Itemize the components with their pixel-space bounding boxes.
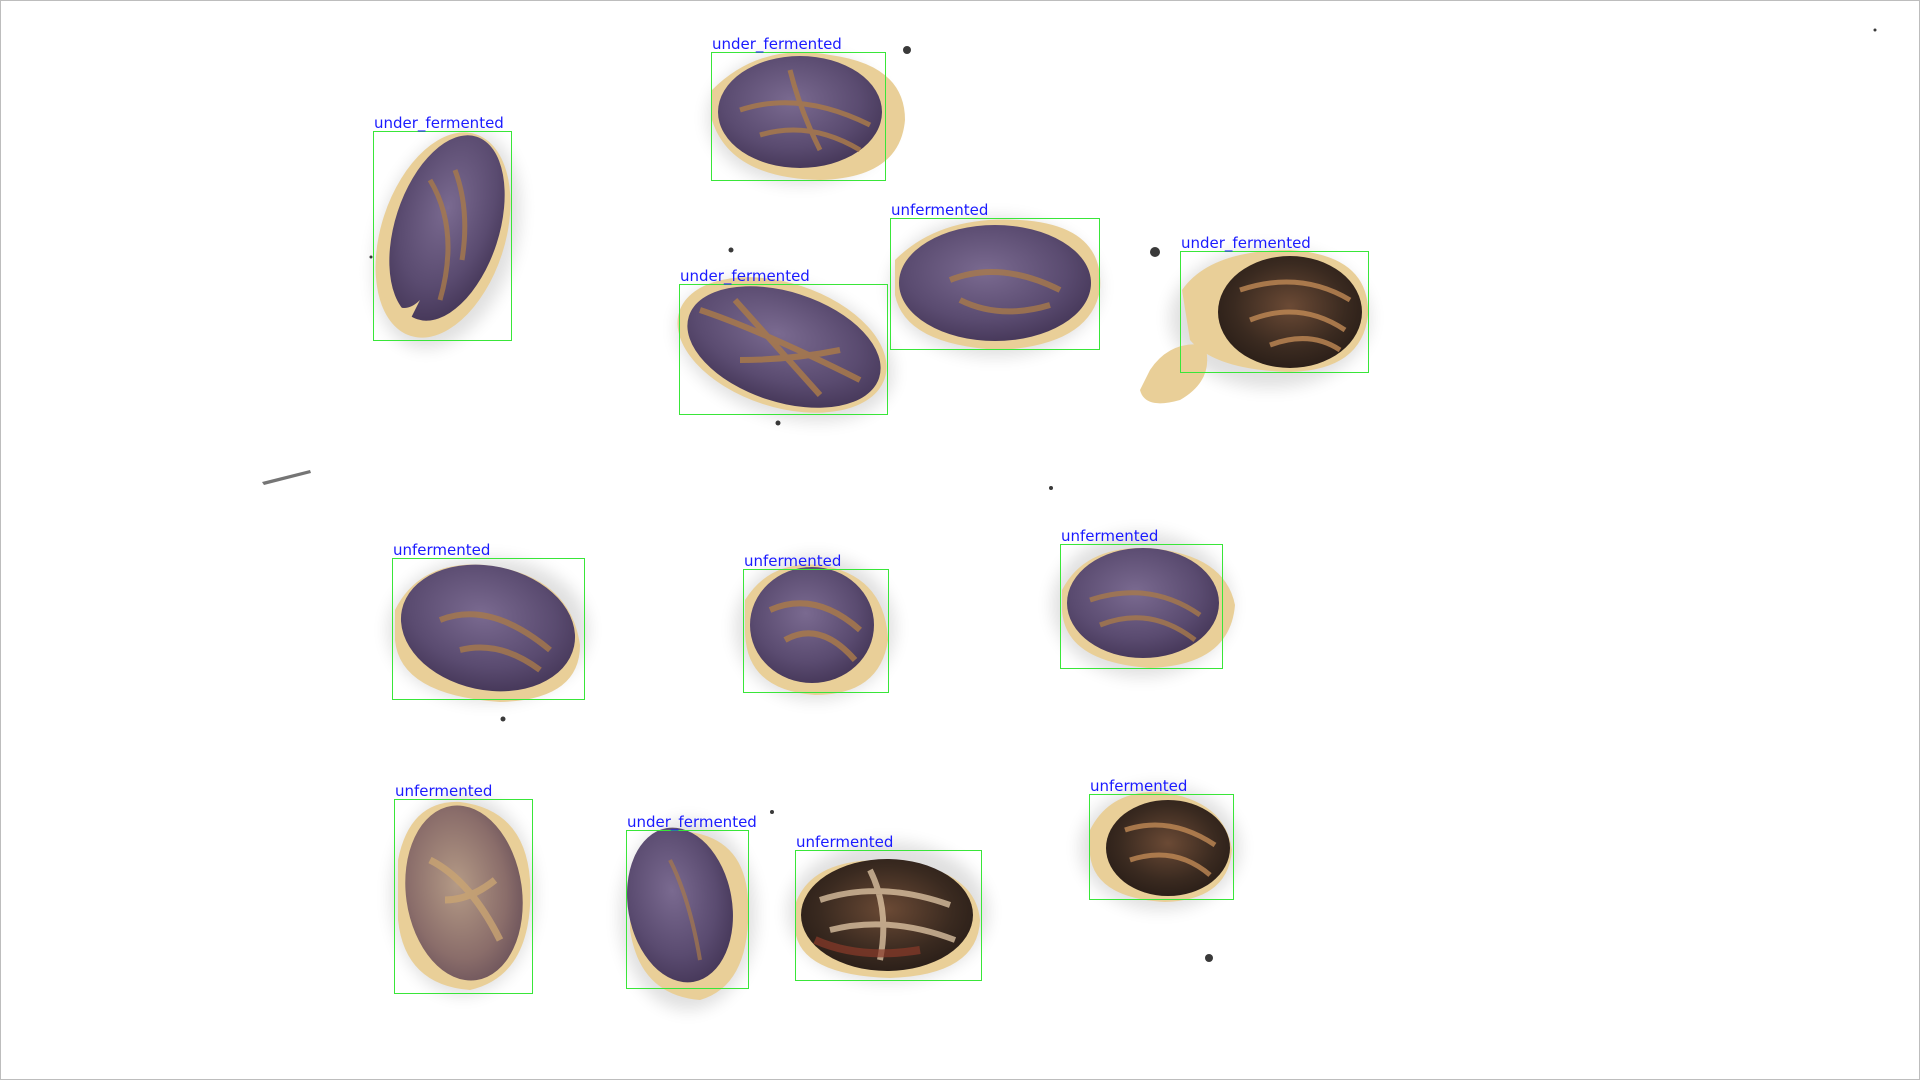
detection-box: unfermented — [1089, 779, 1234, 900]
class-label: under_fermented — [374, 114, 504, 132]
detection-box: under_fermented — [373, 116, 512, 341]
class-label: under_fermented — [712, 35, 842, 53]
detection-box: unfermented — [1060, 529, 1223, 669]
class-label: unfermented — [796, 833, 894, 851]
detection-box: under_fermented — [679, 269, 888, 415]
detection-box: unfermented — [394, 784, 533, 994]
class-label: unfermented — [1061, 527, 1159, 545]
bounding-box — [743, 569, 889, 693]
bounding-box — [1180, 251, 1369, 373]
detection-box: unfermented — [795, 835, 982, 981]
detection-box: under_fermented — [711, 37, 886, 181]
detection-box: unfermented — [743, 554, 889, 693]
class-label: unfermented — [891, 201, 989, 219]
class-label: unfermented — [1090, 777, 1188, 795]
bounding-box — [1060, 544, 1223, 669]
bounding-box — [711, 52, 886, 181]
class-label: unfermented — [744, 552, 842, 570]
bounding-box — [679, 284, 888, 415]
bounding-box — [890, 218, 1100, 350]
class-label: under_fermented — [1181, 234, 1311, 252]
bounding-box — [394, 799, 533, 994]
class-label: unfermented — [395, 782, 493, 800]
bounding-box — [373, 131, 512, 341]
bounding-box — [626, 830, 749, 989]
class-label: unfermented — [393, 541, 491, 559]
detection-image: under_fermented under_fermented unfermen… — [0, 0, 1920, 1080]
detection-box: unfermented — [890, 203, 1100, 350]
detection-box: unfermented — [392, 543, 585, 700]
detection-box: under_fermented — [1180, 236, 1369, 373]
class-label: under_fermented — [627, 813, 757, 831]
bounding-box — [795, 850, 982, 981]
detection-box: under_fermented — [626, 815, 757, 989]
bounding-box — [1089, 794, 1234, 900]
bounding-box — [392, 558, 585, 700]
class-label: under_fermented — [680, 267, 810, 285]
